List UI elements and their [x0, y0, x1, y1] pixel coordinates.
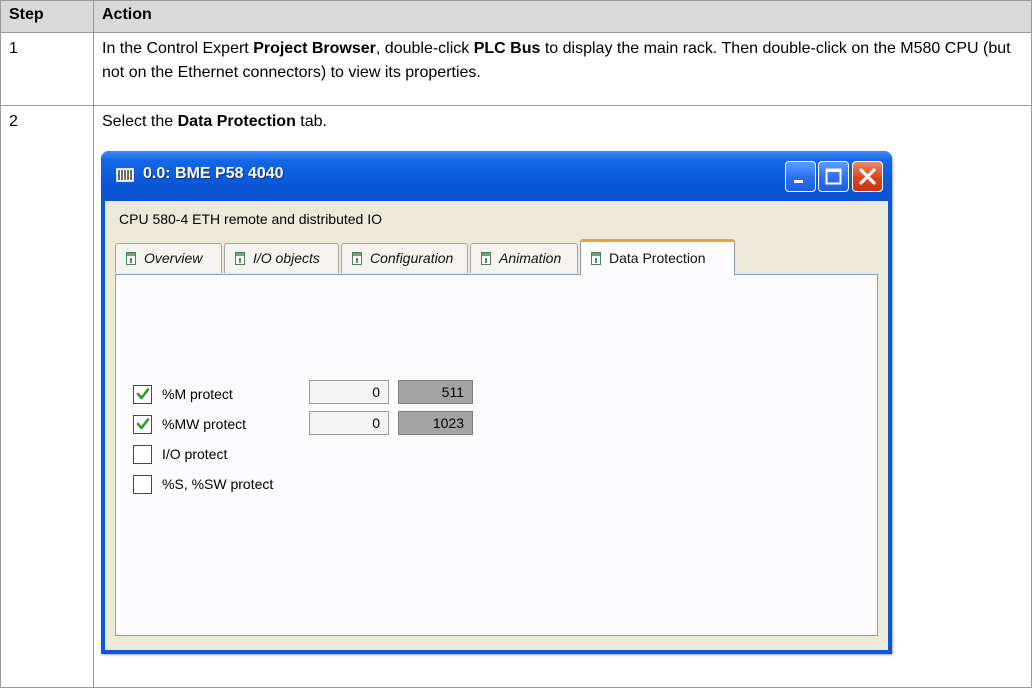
s-sw-protect-checkbox[interactable] — [133, 475, 152, 494]
checkmark-icon — [136, 388, 150, 400]
minimize-button[interactable] — [785, 161, 816, 192]
tab-overview[interactable]: Overview — [115, 243, 222, 273]
m-protect-checkbox[interactable] — [133, 385, 152, 404]
module-icon — [235, 252, 245, 265]
window-client-area: CPU 580-4 ETH remote and distributed IO … — [105, 201, 888, 650]
io-protect-label: I/O protect — [162, 446, 228, 462]
module-icon — [126, 252, 136, 265]
action-column-header: Action — [93, 0, 1032, 33]
mw-protect-checkbox[interactable] — [133, 415, 152, 434]
cpu-description: CPU 580-4 ETH remote and distributed IO — [119, 211, 383, 227]
step-column-header: Step — [0, 0, 94, 33]
module-icon — [481, 252, 491, 265]
maximize-icon — [825, 168, 842, 185]
cpu-properties-window: 0.0: BME P58 4040 CPU 580-4 ETH remote a… — [101, 151, 892, 654]
tab-data-protection[interactable]: Data Protection — [580, 239, 735, 275]
tab-label: Overview — [144, 250, 203, 266]
tab-io-objects[interactable]: I/O objects — [224, 243, 339, 273]
window-titlebar[interactable]: 0.0: BME P58 4040 — [101, 151, 892, 201]
ui-term: Data Protection — [177, 113, 296, 130]
io-protect-checkbox[interactable] — [133, 445, 152, 464]
instruction-text: In the Control Expert — [102, 40, 254, 57]
tab-animation[interactable]: Animation — [470, 243, 578, 273]
module-icon — [591, 252, 601, 265]
s-sw-protect-label: %S, %SW protect — [162, 476, 274, 492]
minimize-icon — [794, 180, 803, 183]
close-icon — [859, 168, 876, 185]
data-protection-panel: %M protect 0 511 %MW protect 0 1023 I/O … — [115, 274, 878, 636]
tab-label: Data Protection — [609, 250, 706, 266]
module-icon — [352, 252, 362, 265]
mw-protect-end-field: 1023 — [398, 411, 473, 435]
tab-configuration[interactable]: Configuration — [341, 243, 468, 273]
instruction-text: tab. — [295, 113, 327, 130]
instruction-text: Select the — [102, 113, 178, 130]
tab-label: Configuration — [370, 250, 454, 266]
m-protect-end-field: 511 — [398, 380, 473, 404]
step-instruction: In the Control Expert Project Browser, d… — [93, 32, 1032, 106]
instruction-text: , double-click — [375, 40, 474, 57]
tab-label: Animation — [499, 250, 562, 266]
rack-icon — [116, 168, 134, 182]
checkmark-icon — [136, 418, 150, 430]
maximize-button[interactable] — [818, 161, 849, 192]
step-number: 2 — [0, 105, 94, 688]
ui-term: PLC Bus — [473, 40, 541, 57]
m-protect-label: %M protect — [162, 386, 233, 402]
step-number: 1 — [0, 32, 94, 106]
m-protect-start-field[interactable]: 0 — [309, 380, 389, 404]
window-title: 0.0: BME P58 4040 — [143, 165, 284, 182]
close-button[interactable] — [852, 161, 883, 192]
mw-protect-start-field[interactable]: 0 — [309, 411, 389, 435]
tab-label: I/O objects — [253, 250, 320, 266]
ui-term: Project Browser — [253, 40, 376, 57]
mw-protect-label: %MW protect — [162, 416, 247, 432]
